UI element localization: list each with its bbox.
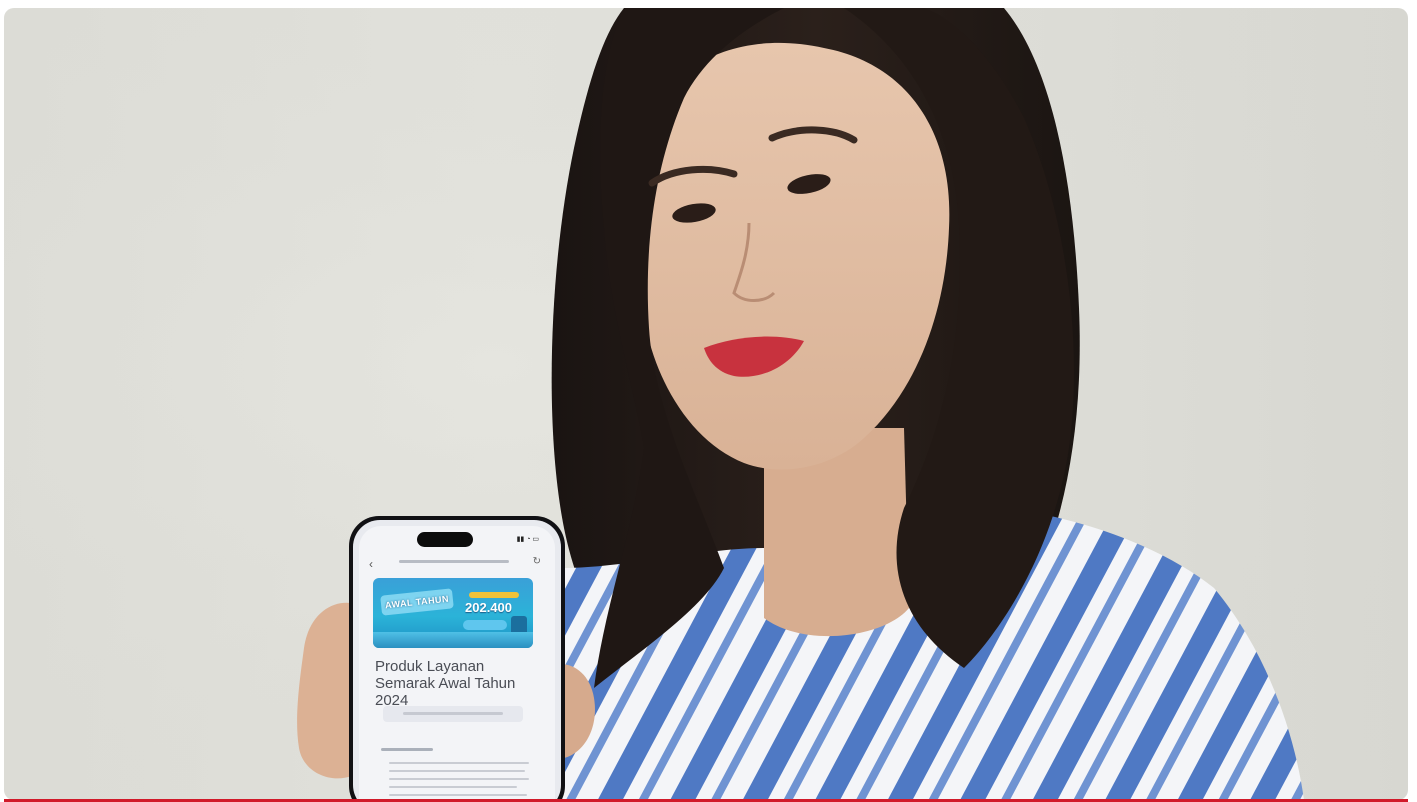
promo-banner: AWAL TAHUN 202.400: [373, 578, 533, 648]
dynamic-island: [417, 532, 473, 547]
refresh-icon[interactable]: ↻: [533, 556, 541, 567]
body-text-line: [389, 770, 525, 772]
back-arrow-icon[interactable]: ‹: [369, 557, 373, 571]
body-text-line: [389, 762, 529, 764]
signal-battery-icon: ▮▮ ◔ ▭: [516, 536, 539, 543]
banner-water-graphic: [373, 632, 533, 648]
banner-button: [463, 620, 507, 630]
article-meta: [383, 706, 523, 722]
body-text-line: [389, 794, 527, 796]
body-text-line: [389, 786, 517, 788]
phone-nav-bar: ‹ ↻: [359, 556, 555, 574]
banner-headline: AWAL TAHUN: [380, 588, 454, 616]
photo-frame: ▮▮ ◔ ▭ ‹ ↻ AWAL TAHUN 202.400 Produk Lay…: [4, 8, 1408, 800]
banner-amount: 202.400: [465, 600, 512, 615]
nav-title-placeholder: [399, 560, 509, 563]
photo-scene: [4, 8, 1408, 800]
article-meta-placeholder: [403, 712, 503, 715]
article-title: Produk Layanan Semarak Awal Tahun 2024: [375, 658, 516, 709]
section-heading-placeholder: [381, 748, 433, 751]
phone-status-bar: ▮▮ ◔ ▭: [359, 526, 555, 550]
body-text-line: [389, 778, 529, 780]
phone-screen: ▮▮ ◔ ▭ ‹ ↻ AWAL TAHUN 202.400 Produk Lay…: [359, 526, 555, 800]
banner-tag: [469, 592, 519, 598]
